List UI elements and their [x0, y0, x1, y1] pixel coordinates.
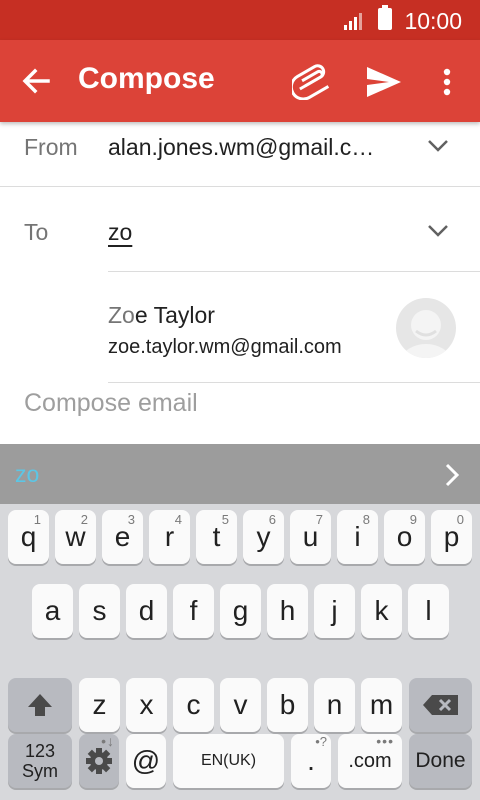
key-m[interactable]: m	[361, 678, 402, 732]
key-label: r	[164, 521, 175, 552]
key-v[interactable]: v	[220, 678, 261, 732]
key-u[interactable]: 7u	[290, 510, 331, 564]
key-o[interactable]: 9o	[384, 510, 425, 564]
to-label: To	[24, 219, 49, 245]
key-d[interactable]: d	[126, 584, 167, 638]
key-a[interactable]: a	[32, 584, 73, 638]
compose-body-input[interactable]: Compose email	[24, 389, 198, 418]
key-hint: 1	[33, 512, 41, 527]
shift-arrow-icon	[28, 694, 52, 716]
key-label: i	[354, 521, 361, 552]
page-title: Compose	[78, 62, 215, 95]
dotcom-hint: •••	[376, 733, 394, 749]
space-key[interactable]: EN(UK)	[173, 734, 284, 788]
key-h[interactable]: h	[267, 584, 308, 638]
key-z[interactable]: z	[79, 678, 120, 732]
to-dropdown-chevron-icon[interactable]	[426, 223, 450, 239]
period-key-label: .	[307, 745, 315, 776]
key-c[interactable]: c	[173, 678, 214, 732]
suggestion-name-rest: e Taylor	[134, 302, 215, 328]
at-key[interactable]: @	[126, 734, 166, 788]
shift-key[interactable]	[8, 678, 72, 732]
avatar	[396, 298, 456, 358]
key-j[interactable]: j	[314, 584, 355, 638]
key-hint: 9	[409, 512, 417, 527]
prediction-bar: zo	[0, 444, 480, 504]
chevron-right-icon[interactable]	[443, 462, 461, 488]
dotcom-key-label: .com	[348, 749, 392, 772]
status-bar: 10:00	[0, 0, 480, 40]
key-hint: 2	[80, 512, 88, 527]
key-hint: 5	[221, 512, 229, 527]
from-divider	[0, 186, 480, 187]
key-r[interactable]: 4r	[149, 510, 190, 564]
key-s[interactable]: s	[79, 584, 120, 638]
key-f[interactable]: f	[173, 584, 214, 638]
suggestion-name: Zoe Taylor	[108, 302, 215, 329]
done-key[interactable]: Done	[409, 734, 472, 788]
back-arrow-icon[interactable]	[18, 63, 54, 99]
symbols-key[interactable]: 123 Sym	[8, 734, 72, 788]
suggestion-divider	[108, 382, 480, 383]
attachment-icon[interactable]	[292, 64, 332, 100]
keyboard: 1q2w3e4r5t6y7u8i9o0p asdfghjkl zxcvbnm 1…	[0, 504, 480, 800]
key-hint: 0	[456, 512, 464, 527]
key-hint: 7	[315, 512, 323, 527]
send-icon[interactable]	[364, 64, 404, 100]
key-k[interactable]: k	[361, 584, 402, 638]
key-g[interactable]: g	[220, 584, 261, 638]
from-dropdown-chevron-icon[interactable]	[426, 138, 450, 154]
key-b[interactable]: b	[267, 678, 308, 732]
to-divider	[108, 271, 480, 272]
suggestion-email: zoe.taylor.wm@gmail.com	[108, 336, 342, 358]
contact-avatar-icon	[402, 310, 450, 358]
app-bar: Compose	[0, 40, 480, 122]
dotcom-key[interactable]: ••• .com	[338, 733, 402, 788]
signal-icon	[344, 13, 362, 30]
settings-hint: •↓	[101, 733, 115, 749]
period-hint: •?	[315, 734, 327, 749]
key-t[interactable]: 5t	[196, 510, 237, 564]
backspace-icon	[422, 695, 458, 715]
key-q[interactable]: 1q	[8, 510, 49, 564]
prediction-word[interactable]: zo	[15, 461, 39, 488]
battery-icon	[378, 5, 392, 30]
key-l[interactable]: l	[408, 584, 449, 638]
suggestion-name-match: Zo	[108, 302, 135, 328]
key-w[interactable]: 2w	[55, 510, 96, 564]
gear-icon	[86, 748, 112, 774]
period-key[interactable]: •? .	[291, 734, 331, 788]
key-n[interactable]: n	[314, 678, 355, 732]
symbols-key-line2: Sym	[22, 761, 58, 781]
more-options-icon[interactable]	[430, 62, 464, 102]
key-hint: 8	[362, 512, 370, 527]
symbols-key-line1: 123	[24, 741, 56, 761]
key-hint: 3	[127, 512, 135, 527]
backspace-key[interactable]	[409, 678, 472, 732]
key-x[interactable]: x	[126, 678, 167, 732]
key-hint: 4	[174, 512, 182, 527]
status-time: 10:00	[404, 8, 462, 34]
key-e[interactable]: 3e	[102, 510, 143, 564]
key-i[interactable]: 8i	[337, 510, 378, 564]
from-label: From	[24, 134, 78, 160]
settings-key[interactable]: •↓	[79, 733, 119, 788]
key-hint: 6	[268, 512, 276, 527]
key-p[interactable]: 0p	[431, 510, 472, 564]
key-y[interactable]: 6y	[243, 510, 284, 564]
from-account[interactable]: alan.jones.wm@gmail.c…	[108, 134, 374, 161]
key-label: t	[212, 521, 221, 552]
to-input[interactable]: zo	[108, 219, 132, 246]
